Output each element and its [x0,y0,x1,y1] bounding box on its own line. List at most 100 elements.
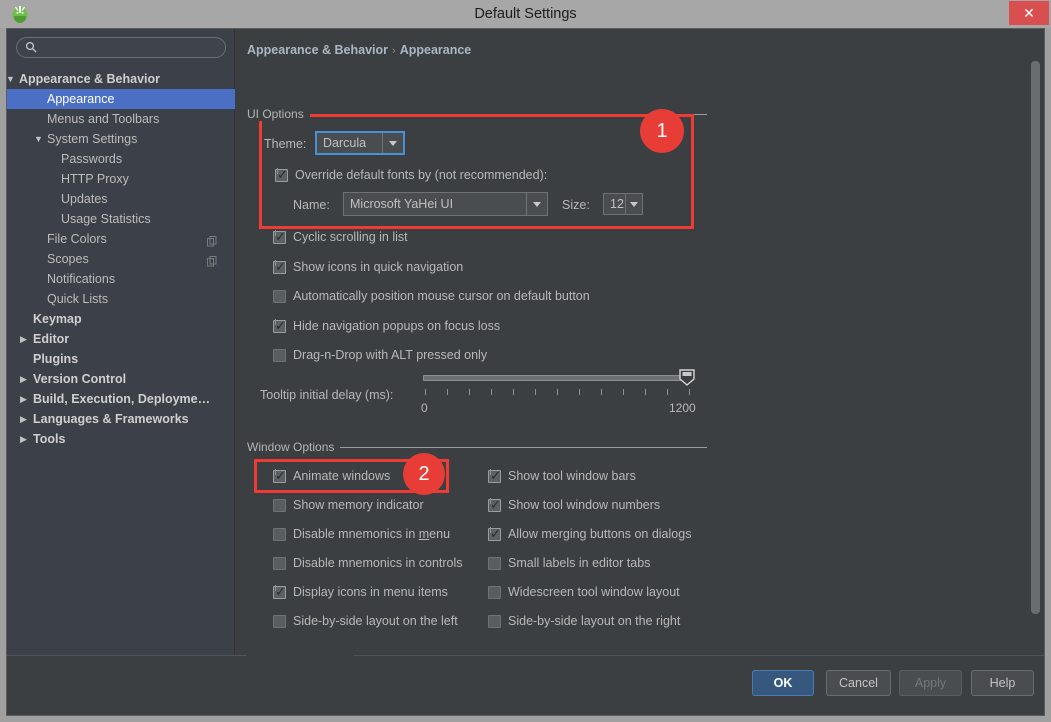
sidebar-item-updates[interactable]: Updates [7,189,235,209]
sidebar-item-scopes[interactable]: Scopes [7,249,235,269]
sidebar-item-label: Version Control [33,372,127,386]
sidebar-item-label: Languages & Frameworks [33,412,189,426]
cyclic-scrolling-in-list-label: Cyclic scrolling in list [293,230,408,244]
show-tool-window-numbers-label: Show tool window numbers [508,498,661,512]
twisty-collapsed-icon[interactable]: ▶ [20,389,27,409]
drag-n-drop-with-alt-pressed-only-checkbox[interactable] [273,349,286,362]
slider-tick [579,389,580,395]
sidebar-item-languages-frameworks[interactable]: ▶ Languages & Frameworks [7,409,235,429]
side-by-side-layout-on-the-right-checkbox[interactable] [488,615,501,628]
sidebar-item-label: Usage Statistics [61,212,151,226]
sidebar-item-label: Menus and Toolbars [47,112,160,126]
sidebar-item-label: System Settings [47,132,138,146]
disable-mnemonics-in-menu-checkbox[interactable] [273,528,286,541]
sidebar-item-quick-lists[interactable]: Quick Lists [7,289,235,309]
search-icon [25,41,37,53]
help-button[interactable]: Help [971,670,1034,696]
slider-tick [447,389,448,395]
show-icons-in-quick-navigation-checkbox[interactable]: ✓ [273,258,286,274]
slider-tick [689,389,690,395]
disable-mnemonics-in-menu-label: Disable mnemonics in menu [293,527,451,541]
drag-n-drop-with-alt-pressed-only-label: Drag-n-Drop with ALT pressed only [293,348,488,362]
panel-scrollbar-thumb[interactable] [1031,61,1040,614]
sidebar-item-appearance[interactable]: Appearance [7,89,235,109]
sidebar-item-passwords[interactable]: Passwords [7,149,235,169]
sidebar-item-build-execution-deployme[interactable]: ▶ Build, Execution, Deployme… [7,389,235,409]
sidebar-item-label: Build, Execution, Deployme… [33,392,211,406]
breadcrumb-leaf: Appearance [399,43,472,57]
small-labels-in-editor-tabs-label: Small labels in editor tabs [508,556,651,570]
widescreen-tool-window-layout-checkbox[interactable] [488,586,501,599]
slider-tick [645,389,646,395]
sidebar-item-label: Tools [33,432,66,446]
sidebar-item-label: Appearance [47,92,115,106]
cyclic-scrolling-in-list-checkbox[interactable]: ✓ [273,229,286,244]
hide-navigation-popups-on-focus-loss-checkbox[interactable]: ✓ [273,317,286,333]
settings-dialog-window: Default Settings ✕ ▼ Appearance & Behavio… [0,0,1051,722]
sidebar-item-editor[interactable]: ▶ Editor [7,329,235,349]
slider-tick [469,389,470,395]
slider-track [423,375,693,381]
sidebar-item-file-colors[interactable]: File Colors [7,229,235,249]
sidebar-item-label: Updates [61,192,108,206]
annotation-rect-1 [259,114,694,229]
sidebar-item-tools[interactable]: ▶ Tools [7,429,235,449]
sidebar-item-menus-and-toolbars[interactable]: Menus and Toolbars [7,109,235,129]
annotation-badge-2: 2 [403,453,445,495]
twisty-expanded-icon[interactable]: ▼ [34,129,43,149]
twisty-collapsed-icon[interactable]: ▶ [20,409,27,429]
settings-sidebar: ▼ Appearance & Behavior Appearance Menus an… [6,29,235,657]
dialog-body: ▼ Appearance & Behavior Appearance Menus an… [6,28,1045,716]
disable-mnemonics-in-controls-checkbox[interactable] [273,557,286,570]
display-icons-in-menu-items-checkbox[interactable]: ✓ [273,585,286,599]
show-tool-window-numbers-checkbox[interactable]: ✓ [488,498,501,512]
settings-tree: ▼ Appearance & Behavior Appearance Menus an… [6,69,235,449]
close-icon[interactable]: ✕ [1009,1,1049,25]
slider-thumb[interactable] [679,369,695,386]
sidebar-item-label: Appearance & Behavior [19,72,161,86]
side-by-side-layout-on-the-left-label: Side-by-side layout on the left [293,614,458,628]
sidebar-item-label: File Colors [47,232,107,246]
sidebar-item-label: Notifications [47,272,116,286]
window-options-group-title: Window Options [247,440,341,454]
slider-tick [557,389,558,395]
breadcrumb: Appearance & Behavior › Appearance [247,43,471,57]
panel-scrollbar-track[interactable] [1030,29,1043,657]
sidebar-item-version-control[interactable]: ▶ Version Control [7,369,235,389]
check-icon: ✓ [275,317,286,333]
side-by-side-layout-on-the-left-checkbox[interactable] [273,615,286,628]
check-icon: ✓ [275,229,286,244]
search-box[interactable] [16,37,226,58]
small-labels-in-editor-tabs-checkbox[interactable] [488,557,501,570]
ok-button[interactable]: OK [752,670,814,696]
sidebar-item-usage-statistics[interactable]: Usage Statistics [7,209,235,229]
annotation-badge-1: 1 [640,109,684,153]
sidebar-item-http-proxy[interactable]: HTTP Proxy [7,169,235,189]
cancel-button[interactable]: Cancel [826,670,891,696]
sidebar-item-label: Plugins [33,352,79,366]
sidebar-item-plugins[interactable]: Plugins [7,349,235,369]
twisty-expanded-icon[interactable]: ▼ [6,69,15,89]
check-icon: ✓ [275,258,286,274]
widescreen-tool-window-layout-label: Widescreen tool window layout [508,585,680,599]
copy-icon [207,253,217,267]
breadcrumb-separator: › [392,45,396,57]
twisty-collapsed-icon[interactable]: ▶ [20,429,27,449]
twisty-collapsed-icon[interactable]: ▶ [20,369,27,389]
sidebar-item-label: Passwords [61,152,123,166]
allow-merging-buttons-on-dialogs-checkbox[interactable]: ✓ [488,527,501,541]
automatically-position-mouse-cursor-on-default-button-checkbox[interactable] [273,290,286,303]
annotation-badge-2-number: 2 [418,462,430,485]
settings-panel: Appearance & Behavior › Appearance UI Opti… [235,29,1044,657]
sidebar-item-notifications[interactable]: Notifications [7,269,235,289]
sidebar-item-appearance-behavior[interactable]: ▼ Appearance & Behavior [6,69,235,89]
breadcrumb-root[interactable]: Appearance & Behavior [247,43,388,57]
slider-tick [425,389,426,395]
sidebar-item-system-settings[interactable]: ▼ System Settings [7,129,235,149]
search-input[interactable] [42,39,222,58]
show-memory-indicator-checkbox[interactable] [273,499,286,512]
show-tool-window-bars-checkbox[interactable]: ✓ [488,468,501,483]
twisty-collapsed-icon[interactable]: ▶ [20,329,27,349]
check-icon: ✓ [490,468,501,483]
sidebar-item-keymap[interactable]: Keymap [7,309,235,329]
